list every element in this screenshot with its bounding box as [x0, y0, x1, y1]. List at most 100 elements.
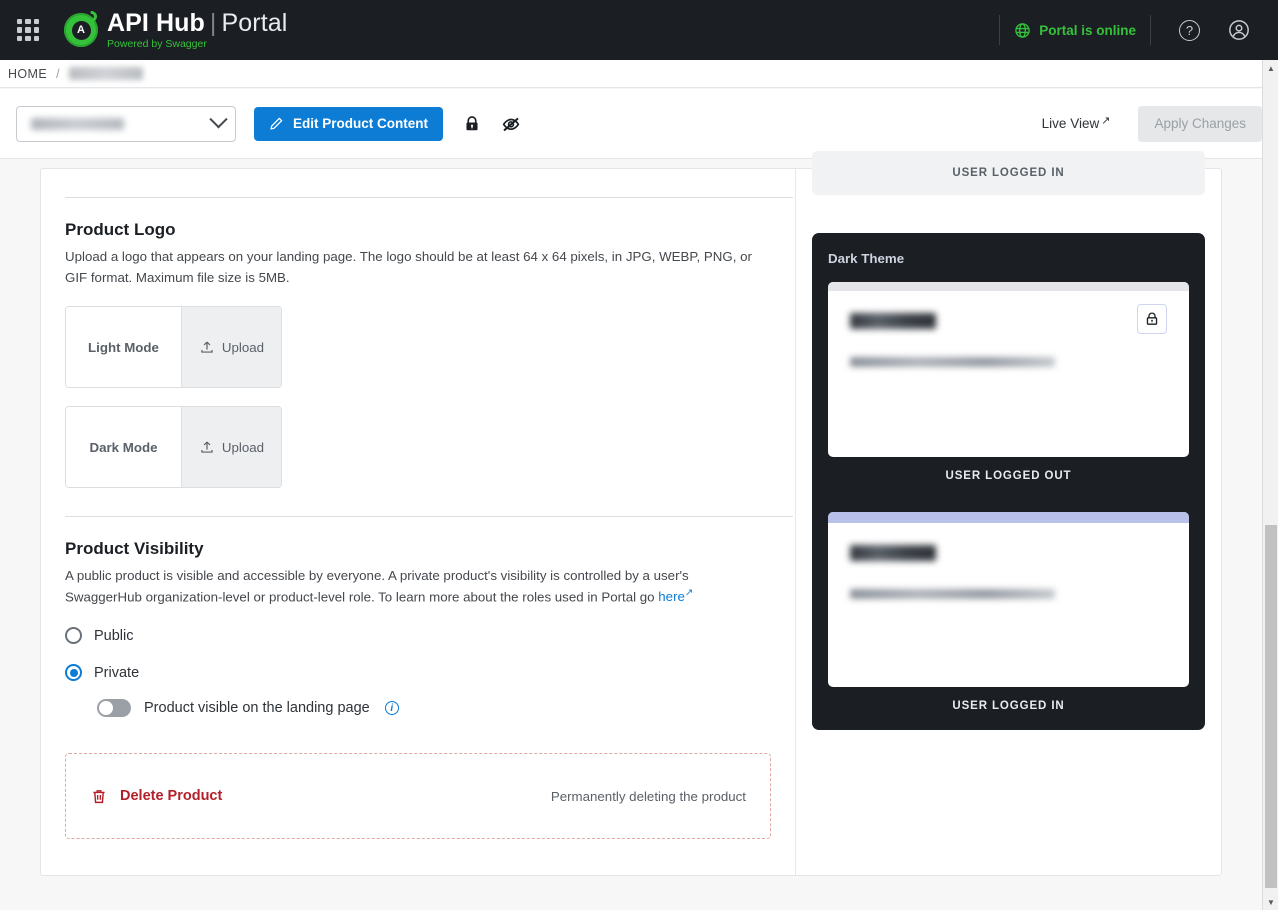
logo-light-mode-upload-button[interactable]: Upload — [181, 307, 281, 387]
product-logo-title: Product Logo — [65, 220, 176, 239]
help-circle-icon: ? — [1179, 19, 1200, 41]
product-visibility-section: Product Visibility A public product is v… — [65, 539, 795, 718]
radio-public[interactable] — [65, 627, 82, 645]
settings-card: Product Logo Upload a logo that appears … — [40, 151, 1222, 876]
nav-divider-1 — [999, 15, 1001, 45]
apps-grid-icon[interactable] — [14, 16, 42, 44]
brand-separator: | — [209, 8, 217, 37]
scroll-up-arrow-icon[interactable]: ▲ — [1263, 60, 1278, 76]
dark-theme-title: Dark Theme — [828, 251, 905, 266]
api-hub-logo-icon: A — [64, 8, 100, 47]
product-visibility-description: A public product is visible and accessib… — [65, 565, 755, 607]
product-select[interactable] — [16, 105, 236, 142]
preview-card-body — [828, 523, 1189, 599]
toolbar-right-group: Live View ↗ Apply Changes — [1041, 105, 1262, 142]
product-logo-section: Product Logo Upload a logo that appears … — [65, 220, 795, 488]
scrollbar-thumb[interactable] — [1265, 525, 1277, 888]
brand-secondary: Portal — [221, 8, 288, 37]
preview-private-lock-button[interactable] — [1137, 304, 1167, 334]
upload-icon — [201, 341, 213, 353]
account-circle-icon — [1229, 20, 1249, 40]
landing-page-visibility-label: Product visible on the landing page — [144, 700, 370, 717]
dark-card-1-caption: USER LOGGED OUT — [945, 470, 1072, 482]
logo-row-dark-mode: Dark Mode Upload — [65, 406, 282, 488]
preview-card-topbar-accent — [828, 512, 1189, 523]
product-select-value-redacted — [31, 117, 124, 130]
roles-help-link-label: here — [658, 589, 685, 605]
dark-preview-card-logged-out[interactable] — [828, 282, 1189, 457]
breadcrumb-separator: / — [56, 66, 60, 81]
live-view-link[interactable]: Live View ↗ — [1041, 115, 1111, 132]
page-vertical-scrollbar[interactable]: ▲ ▼ — [1262, 60, 1278, 910]
eye-off-icon — [502, 117, 520, 131]
brand-logo-area[interactable]: A API Hub | Portal Powered by Swagger — [64, 8, 288, 50]
live-view-label: Live View — [1041, 116, 1100, 131]
tagline-brand: Swagger — [165, 37, 207, 50]
pencil-icon — [270, 117, 283, 130]
tagline-prefix: Powered by — [107, 37, 166, 50]
logo-row-light-mode: Light Mode Upload — [65, 306, 282, 388]
logo-letter: A — [71, 20, 91, 40]
brand-tagline: Powered by Swagger — [107, 39, 287, 50]
scroll-down-arrow-icon[interactable]: ▼ — [1263, 894, 1278, 910]
breadcrumb-home[interactable]: HOME — [8, 67, 47, 81]
logo-dark-mode-upload-button[interactable]: Upload — [181, 407, 281, 487]
preview-card-body — [828, 291, 1189, 367]
breadcrumb-current-redacted — [68, 67, 143, 80]
logo-light-mode-label: Light Mode — [66, 307, 181, 387]
preview-product-name-redacted — [850, 313, 936, 329]
visibility-option-public[interactable]: Public — [65, 627, 795, 645]
light-theme-preview-footer: USER LOGGED IN — [812, 151, 1205, 195]
globe-icon — [1015, 22, 1030, 38]
visibility-option-private[interactable]: Private — [65, 664, 795, 682]
delete-product-note: Permanently deleting the product — [550, 788, 746, 804]
page-stage: Product Logo Upload a logo that appears … — [0, 151, 1278, 910]
delete-product-panel: Delete Product Permanently deleting the … — [65, 753, 771, 840]
logo-light-mode-upload-label: Upload — [221, 339, 265, 355]
breadcrumb: HOME / — [0, 60, 1278, 88]
brand-primary: API Hub — [107, 8, 205, 37]
preview-pane: USER LOGGED IN Dark Theme USER LOGGED OU… — [795, 151, 1221, 875]
edit-product-content-button[interactable]: Edit Product Content — [254, 106, 443, 141]
external-link-arrow-icon: ↗ — [684, 588, 694, 599]
hidden-toggle-button[interactable] — [501, 114, 521, 134]
visibility-description-text: A public product is visible and accessib… — [65, 568, 689, 605]
help-glyph: ? — [1185, 22, 1194, 38]
roles-help-link[interactable]: here↗ — [658, 588, 694, 605]
trash-icon — [93, 790, 105, 803]
product-logo-description: Upload a logo that appears on your landi… — [65, 249, 752, 285]
dark-preview-card-logged-in[interactable] — [828, 512, 1189, 687]
info-circle-icon[interactable]: i — [384, 701, 399, 716]
landing-page-visibility-toggle[interactable] — [97, 699, 131, 718]
light-theme-caption: USER LOGGED IN — [952, 167, 1065, 179]
radio-private[interactable] — [65, 664, 82, 682]
nav-divider-2 — [1150, 15, 1151, 45]
landing-page-visibility-row: Product visible on the landing page i — [97, 699, 795, 718]
settings-left-pane: Product Logo Upload a logo that appears … — [41, 169, 795, 875]
chevron-down-icon — [209, 110, 228, 129]
delete-product-label: Delete Product — [120, 788, 223, 805]
upload-icon — [201, 441, 213, 453]
dark-theme-preview-panel: Dark Theme USER LOGGED OUT USER LOGGED I… — [812, 233, 1205, 730]
preview-product-name-redacted — [850, 545, 936, 561]
preview-card-topbar — [828, 282, 1189, 291]
nav-right-group: Portal is online ? — [985, 13, 1278, 47]
logo-dark-mode-upload-label: Upload — [221, 439, 265, 455]
product-toolbar: Edit Product Content Live View ↗ Apply C… — [0, 89, 1278, 159]
logo-dark-mode-label: Dark Mode — [66, 407, 181, 487]
visibility-lock-button[interactable] — [463, 115, 481, 133]
apply-changes-button[interactable]: Apply Changes — [1138, 105, 1262, 142]
product-visibility-title: Product Visibility — [65, 539, 204, 558]
portal-status[interactable]: Portal is online — [1014, 22, 1136, 39]
preview-product-description-redacted — [850, 357, 1055, 367]
edit-product-content-label: Edit Product Content — [293, 116, 428, 131]
external-link-arrow-icon: ↗ — [1101, 115, 1111, 127]
lock-closed-icon — [466, 115, 478, 130]
delete-product-button[interactable]: Delete Product — [90, 787, 222, 806]
help-button[interactable]: ? — [1165, 19, 1214, 41]
section-divider-top — [65, 197, 793, 198]
info-glyph: i — [390, 702, 394, 714]
lock-closed-icon — [1146, 312, 1158, 325]
radio-private-label: Private — [94, 664, 140, 681]
account-button[interactable] — [1214, 19, 1264, 41]
